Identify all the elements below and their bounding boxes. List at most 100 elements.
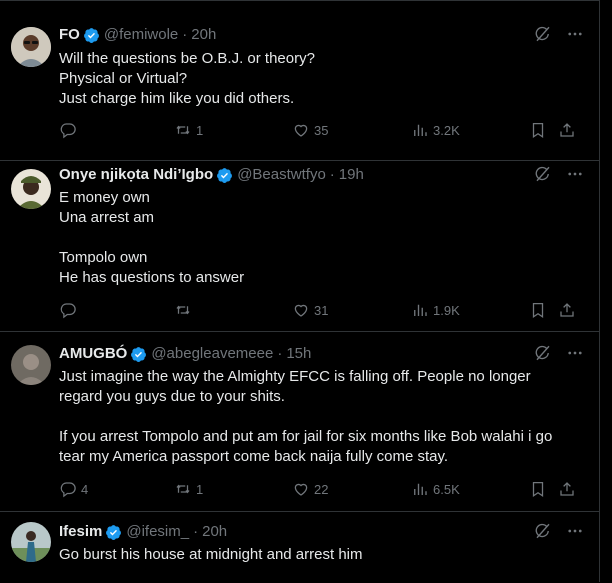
tweet-line: Will the questions be O.B.J. or theory? — [59, 50, 315, 67]
bookmark-button[interactable] — [529, 479, 547, 499]
author-handle[interactable]: @ifesim_ — [126, 522, 189, 542]
tweet-header: Onye njikọta Ndi’Igbo @Beastwtfyo · 19h — [59, 165, 584, 185]
views-button[interactable]: 3.2K — [411, 120, 460, 140]
grok-icon[interactable] — [534, 25, 552, 43]
tweet[interactable]: Ifesim @ifesim_ · 20h Go burst his house… — [0, 512, 600, 583]
verified-badge-icon — [217, 167, 233, 183]
reply-icon — [60, 482, 76, 498]
repost-icon — [176, 125, 190, 135]
tweet-line: E money own — [59, 189, 150, 206]
share-icon — [560, 123, 574, 137]
bookmark-icon — [532, 302, 544, 318]
timestamp[interactable]: 20h — [191, 25, 216, 45]
views-count: 3.2K — [433, 122, 460, 138]
like-icon — [294, 124, 308, 137]
tweet-line: Tompolo own — [59, 249, 148, 266]
timeline-column: FO @femiwole · 20h Will the questions be… — [0, 0, 600, 582]
action-bar: 4 1 22 6.5K — [59, 479, 584, 499]
tweet-text: Just imagine the way the Almighty EFCC i… — [59, 367, 584, 467]
views-icon — [414, 304, 427, 316]
author-name[interactable]: AMUGBÓ — [59, 344, 127, 364]
share-button[interactable] — [558, 300, 576, 320]
reply-icon — [60, 123, 76, 139]
bookmark-button[interactable] — [529, 120, 547, 140]
grok-icon[interactable] — [534, 344, 552, 362]
separator-dot: · — [193, 523, 199, 540]
tweet-line: regard you guys due to your shits. — [59, 388, 285, 405]
tweet-text: E money own Una arrest am Tompolo own He… — [59, 188, 584, 288]
scroll-gutter — [601, 0, 612, 582]
tweet-line: He has questions to answer — [59, 269, 245, 286]
share-button[interactable] — [558, 120, 576, 140]
action-bar: 1 35 3.2K — [59, 120, 584, 140]
views-icon — [414, 483, 427, 495]
share-button[interactable] — [558, 479, 576, 499]
avatar[interactable] — [11, 169, 51, 209]
reply-button[interactable] — [59, 120, 81, 140]
tweet-header: Ifesim @ifesim_ · 20h — [59, 522, 584, 542]
views-count: 1.9K — [433, 302, 460, 318]
tweet-header: AMUGBÓ @abegleavemeee · 15h — [59, 344, 584, 364]
tweet[interactable]: Onye njikọta Ndi’Igbo @Beastwtfyo · 19h … — [0, 161, 600, 332]
action-bar: 31 1.9K — [59, 300, 584, 320]
more-icon[interactable] — [566, 344, 584, 362]
author-handle[interactable]: @abegleavemeee — [151, 344, 273, 364]
more-icon[interactable] — [566, 522, 584, 540]
tweet-line: tear my America passport come back naija… — [59, 448, 449, 465]
repost-icon — [176, 305, 190, 315]
views-button[interactable]: 1.9K — [411, 300, 460, 320]
more-icon[interactable] — [566, 165, 584, 183]
verified-badge-icon — [131, 346, 147, 362]
repost-button[interactable]: 1 — [174, 479, 203, 499]
reply-button[interactable]: 4 — [59, 479, 88, 499]
verified-badge-icon — [106, 524, 122, 540]
like-icon — [294, 483, 308, 496]
like-button[interactable]: 35 — [292, 120, 328, 140]
author-name[interactable]: FO — [59, 25, 80, 45]
author-handle[interactable]: @Beastwtfyo — [237, 165, 326, 185]
avatar[interactable] — [11, 345, 51, 385]
tweet[interactable]: AMUGBÓ @abegleavemeee · 15h Just imagine… — [0, 332, 600, 512]
tweet-line: If you arrest Tompolo and put am for jai… — [59, 428, 553, 445]
like-button[interactable]: 22 — [292, 479, 328, 499]
share-icon — [560, 482, 574, 496]
repost-count: 1 — [196, 481, 204, 497]
views-count: 6.5K — [433, 481, 460, 497]
more-icon[interactable] — [566, 25, 584, 43]
separator-dot: · — [277, 345, 283, 362]
like-count: 31 — [314, 302, 329, 318]
repost-icon — [176, 484, 190, 494]
bookmark-icon — [532, 481, 544, 497]
tweet[interactable]: FO @femiwole · 20h Will the questions be… — [0, 14, 600, 161]
grok-icon[interactable] — [534, 165, 552, 183]
avatar[interactable] — [11, 27, 51, 67]
views-button[interactable]: 6.5K — [411, 479, 460, 499]
author-handle[interactable]: @femiwole — [104, 25, 178, 45]
bookmark-icon — [532, 122, 544, 138]
tweet-line — [59, 228, 584, 248]
verified-badge-icon — [83, 27, 99, 43]
timestamp[interactable]: 20h — [202, 522, 227, 542]
like-icon — [294, 304, 308, 317]
reply-count: 4 — [81, 481, 89, 497]
tweet-header: FO @femiwole · 20h — [59, 25, 584, 45]
like-count: 35 — [314, 122, 329, 138]
author-name[interactable]: Onye njikọta Ndi’Igbo — [59, 165, 213, 185]
avatar[interactable] — [11, 522, 51, 562]
repost-button[interactable] — [174, 300, 196, 320]
tweet-line — [59, 407, 584, 427]
repost-button[interactable]: 1 — [174, 120, 203, 140]
tweet-text: Go burst his house at midnight and arres… — [59, 545, 584, 565]
timestamp[interactable]: 19h — [339, 165, 364, 185]
like-button[interactable]: 31 — [292, 300, 328, 320]
repost-count: 1 — [196, 122, 204, 138]
share-icon — [560, 303, 574, 317]
reply-button[interactable] — [59, 300, 81, 320]
bookmark-button[interactable] — [529, 300, 547, 320]
views-icon — [414, 124, 427, 136]
author-name[interactable]: Ifesim — [59, 522, 102, 542]
timestamp[interactable]: 15h — [286, 344, 311, 364]
grok-icon[interactable] — [534, 522, 552, 540]
tweet-line: Go burst his house at midnight and arres… — [59, 546, 363, 563]
tweet-line: Just charge him like you did others. — [59, 90, 295, 107]
